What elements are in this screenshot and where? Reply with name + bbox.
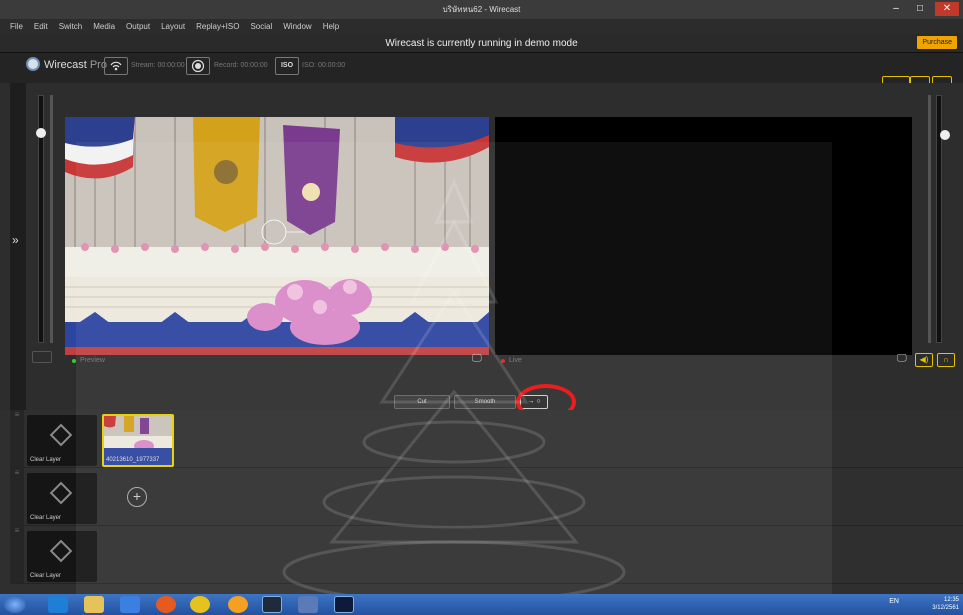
iso-icon[interactable]: ISO xyxy=(275,57,299,75)
menu-output[interactable]: Output xyxy=(126,22,150,31)
layer-grip-icon[interactable]: ≡ xyxy=(10,526,24,583)
live-display-icon[interactable]: 🖵 xyxy=(897,353,907,364)
iso-timer: ISO: 00:00:00 xyxy=(302,62,346,69)
record-timer: Record: 00:00:00 xyxy=(214,62,268,69)
layers-icon xyxy=(49,481,73,505)
menu-file[interactable]: File xyxy=(10,22,23,31)
close-button[interactable]: ✕ xyxy=(935,2,959,16)
menu-replay-iso[interactable]: Replay+ISO xyxy=(196,22,239,31)
demo-banner: Wirecast is currently running in demo mo… xyxy=(0,33,963,53)
clear-layer-3[interactable]: Clear Layer xyxy=(27,531,97,582)
preview-indicator-dot xyxy=(72,359,76,363)
layer-grip-icon[interactable]: ≡ xyxy=(10,468,24,525)
maximize-button[interactable]: □ xyxy=(911,2,929,16)
left-speaker-icon[interactable] xyxy=(32,351,52,363)
wirecast-taskbar-icon[interactable] xyxy=(298,596,318,613)
layers-icon xyxy=(49,539,73,563)
live-monitor[interactable] xyxy=(495,117,912,355)
cut-button[interactable]: Cut xyxy=(394,395,450,409)
language-indicator[interactable]: EN xyxy=(889,598,899,605)
clock-date: 3/12/2561 xyxy=(932,605,959,611)
layer-row-3: ≡ Clear Layer xyxy=(10,526,963,584)
live-indicator-dot xyxy=(501,359,505,363)
layer-row-2: ≡ Clear Layer + xyxy=(10,468,963,526)
clear-layer-label: Clear Layer xyxy=(30,573,62,579)
clear-layer-2[interactable]: Clear Layer xyxy=(27,473,97,524)
brand-label: Wirecast xyxy=(44,59,87,71)
clear-layer-label: Clear Layer xyxy=(30,515,62,521)
shot-thumbnail[interactable]: 40213610_1977337 xyxy=(102,414,174,467)
menu-window[interactable]: Window xyxy=(283,22,311,31)
start-button[interactable] xyxy=(4,596,26,613)
title-bar: บริษัทหน62 - Wirecast – □ ✕ xyxy=(0,0,963,19)
main-stage: » Preview 🖵 Live 🖵 ◀) ∩ Cut Smooth → ○ xyxy=(0,83,963,420)
toolbar: Wirecast Pro Stream: 00:00:00 Record: 00… xyxy=(0,53,963,93)
stream-timer: Stream: 00:00:00 xyxy=(131,62,185,69)
stream-icon[interactable] xyxy=(104,57,128,75)
demo-message: Wirecast is currently running in demo mo… xyxy=(385,38,578,49)
purchase-button[interactable]: Purchase xyxy=(917,36,957,49)
left-audio-meter xyxy=(50,95,53,343)
menu-switch[interactable]: Switch xyxy=(59,22,83,31)
chrome-icon[interactable] xyxy=(190,596,210,613)
menu-media[interactable]: Media xyxy=(93,22,115,31)
layers-panel: ≡ Clear Layer 40213610_1977337 ≡ Clear L… xyxy=(0,410,963,594)
live-label: Live xyxy=(509,357,522,364)
layer-row-1: ≡ Clear Layer 40213610_1977337 xyxy=(10,410,963,468)
left-fader-knob[interactable] xyxy=(36,128,46,138)
smooth-button[interactable]: Smooth xyxy=(454,395,516,409)
right-audio-meter xyxy=(928,95,931,343)
speaker-icon[interactable]: ◀) xyxy=(915,353,933,367)
preview-monitor[interactable] xyxy=(65,117,489,355)
wirecast-logo-icon xyxy=(26,57,40,71)
preview-label: Preview xyxy=(80,357,105,364)
record-icon[interactable] xyxy=(186,57,210,75)
menu-edit[interactable]: Edit xyxy=(34,22,48,31)
minimize-button[interactable]: – xyxy=(887,2,905,16)
photoshop-icon[interactable] xyxy=(334,596,354,613)
layers-icon xyxy=(49,423,73,447)
menu-social[interactable]: Social xyxy=(250,22,272,31)
windows-taskbar: EN 12:35 3/12/2561 xyxy=(0,594,963,615)
right-fader-knob[interactable] xyxy=(940,130,950,140)
clear-layer-1[interactable]: Clear Layer xyxy=(27,415,97,466)
brand-name: Wirecast Pro xyxy=(44,59,107,71)
layer-grip-icon[interactable]: ≡ xyxy=(10,410,24,467)
shot-label: 40213610_1977337 xyxy=(106,457,160,463)
clock-time: 12:35 xyxy=(943,597,959,603)
menu-help[interactable]: Help xyxy=(323,22,339,31)
menu-layout[interactable]: Layout xyxy=(161,22,185,31)
lightroom-icon[interactable] xyxy=(262,596,282,613)
menu-bar: File Edit Switch Media Output Layout Rep… xyxy=(0,19,963,33)
internet-explorer-icon[interactable] xyxy=(48,596,68,613)
preview-display-icon[interactable]: 🖵 xyxy=(472,353,482,364)
expand-panel-icon[interactable]: » xyxy=(12,233,19,247)
firefox-icon[interactable] xyxy=(156,596,176,613)
headphones-icon[interactable]: ∩ xyxy=(937,353,955,367)
media-player-icon[interactable] xyxy=(120,596,140,613)
system-tray: EN xyxy=(889,598,899,605)
preview-image xyxy=(65,117,489,355)
add-shot-button[interactable]: + xyxy=(127,487,147,507)
system-clock[interactable]: 12:35 3/12/2561 xyxy=(932,596,959,612)
file-explorer-icon[interactable] xyxy=(84,596,104,613)
window-title: บริษัทหน62 - Wirecast xyxy=(442,5,521,14)
app-icon[interactable] xyxy=(228,596,248,613)
clear-layer-label: Clear Layer xyxy=(30,457,62,463)
